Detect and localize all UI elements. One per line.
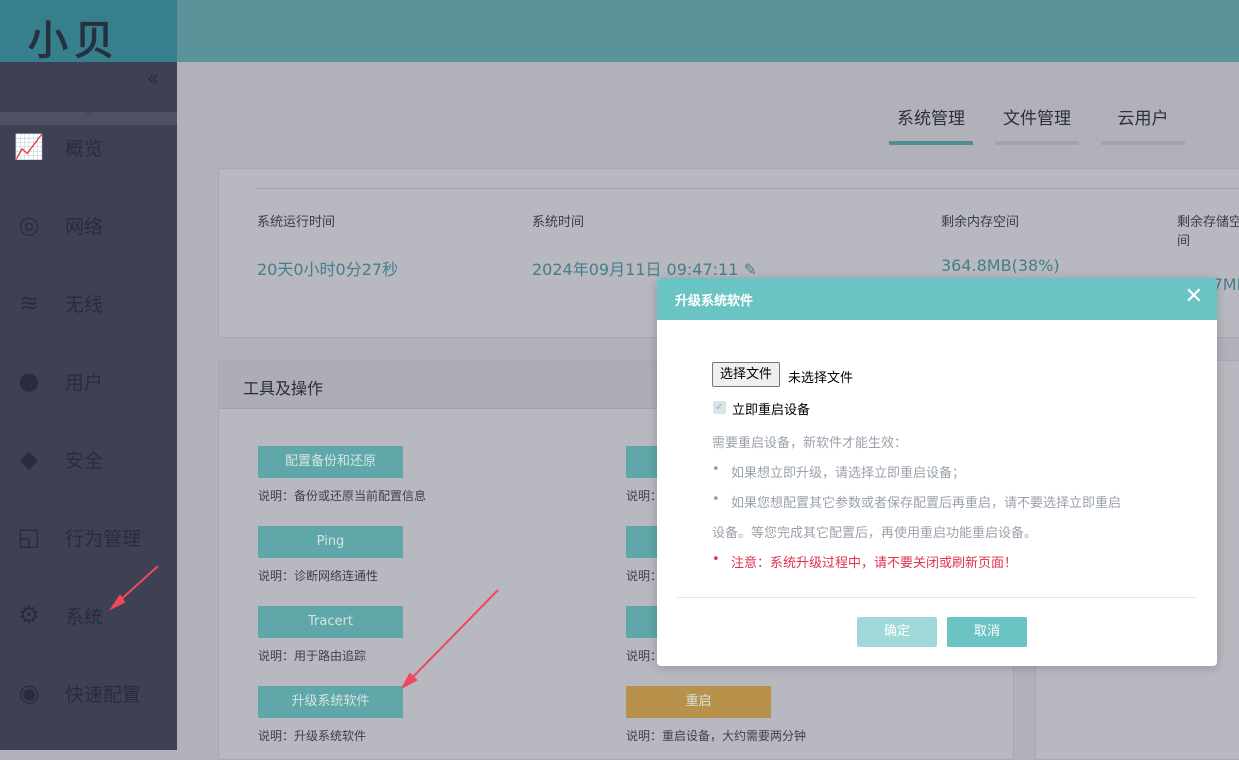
- stat-label: 系统时间: [532, 215, 585, 230]
- stat-label: 剩余存储空间: [1177, 215, 1239, 249]
- file-status: 未选择文件: [788, 371, 854, 386]
- tool-button[interactable]: 升级系统软件: [258, 686, 403, 718]
- note-text: 需要重启设备，新软件才能生效：: [712, 436, 908, 451]
- tool-button[interactable]: Ping: [258, 526, 403, 558]
- sidebar-item-3[interactable]: ● 用户: [0, 361, 177, 401]
- sidebar-item-label: 无线: [65, 293, 104, 316]
- stat-value: 364.8MB(38%): [941, 256, 1060, 275]
- quick-config-icon: ◉: [18, 679, 40, 707]
- sidebar-item-label: 网络: [65, 215, 104, 238]
- warning-text: 注意：系统升级过程中，请不要关闭或刷新页面！: [731, 556, 1018, 571]
- close-icon[interactable]: ✕: [1185, 284, 1203, 309]
- cancel-button[interactable]: 取消: [947, 617, 1027, 647]
- tab-cloud-users[interactable]: 云用户: [1101, 104, 1185, 145]
- upgrade-dialog: 升级系统软件 ✕ 选择文件 未选择文件 ✓ 立即重启设备 需要重启设备，新软件才…: [657, 278, 1217, 666]
- tool-desc: 说明：用于路由追踪: [258, 649, 367, 663]
- uptime-stat: 系统运行时间 20天0小时0分27秒: [257, 211, 398, 280]
- top-bar: [177, 0, 1239, 62]
- chart-icon: 📈: [14, 133, 44, 161]
- confirm-button[interactable]: 确定: [857, 617, 937, 647]
- tool-desc: 说明：诊断网络连通性: [258, 569, 379, 583]
- shield-icon: ◆: [19, 445, 39, 473]
- wifi-icon: ≋: [18, 289, 40, 317]
- sidebar-item-label: 系统: [65, 605, 104, 628]
- tab-system-management[interactable]: 系统管理: [889, 104, 973, 145]
- tabs: 系统管理 文件管理 云用户: [889, 104, 1185, 145]
- tool-desc: 说明：重启设备，大约需要两分钟: [626, 729, 807, 743]
- bullet: •: [712, 552, 720, 567]
- tool-desc: 说明：升级系统软件: [258, 729, 367, 743]
- sidebar-item-label: 用户: [65, 371, 104, 394]
- sidebar-item-label: 快速配置: [65, 683, 142, 706]
- stat-value: 20天0小时0分27秒: [257, 260, 399, 279]
- tool-desc: 说明：备份或还原当前配置信息: [258, 489, 427, 503]
- note-bullet-2-cont: 设备。等您完成其它配置后，再使用重启功能重启设备。: [712, 526, 1038, 541]
- bullet: •: [712, 492, 720, 507]
- system-time-stat: 系统时间 2024年09月11日 09:47:11 ✎: [532, 211, 757, 280]
- globe-icon: ◎: [18, 211, 40, 239]
- behavior-icon: ◱: [17, 523, 41, 551]
- tool-button[interactable]: 配置备份和还原: [258, 446, 403, 478]
- sidebar-item-5[interactable]: ◱ 行为管理: [0, 517, 177, 557]
- sidebar-item-6[interactable]: ⚙ 系统: [0, 595, 177, 635]
- bullet: •: [712, 462, 720, 477]
- tool-button[interactable]: Tracert: [258, 606, 403, 638]
- choose-file-button[interactable]: 选择文件: [712, 362, 781, 387]
- memory-stat: 剩余内存空间 364.8MB(38%): [941, 211, 1060, 275]
- scroll-up-button[interactable]: ^: [0, 112, 177, 125]
- sidebar: « ^ 📈 概览 ◎ 网络 ≋ 无线 ● 用户 ◆ 安全 ◱ 行为管理 ⚙ 系统 ◉ 快速配置: [0, 62, 177, 750]
- dialog-title: 升级系统软件: [657, 278, 1217, 320]
- note-bullet-1: 如果想立即升级，请选择立即重启设备；: [731, 466, 966, 481]
- tool-button[interactable]: 重启: [626, 686, 771, 718]
- sidebar-item-0[interactable]: 📈 概览: [0, 127, 177, 167]
- logo: 小贝: [0, 0, 177, 64]
- reboot-checkbox[interactable]: ✓: [713, 401, 726, 414]
- sidebar-item-label: 概览: [65, 137, 104, 160]
- reboot-label[interactable]: 立即重启设备: [732, 399, 810, 418]
- sidebar-item-4[interactable]: ◆ 安全: [0, 439, 177, 479]
- stat-label: 系统运行时间: [257, 215, 336, 230]
- tab-file-management[interactable]: 文件管理: [995, 104, 1079, 145]
- sidebar-item-label: 安全: [65, 449, 104, 472]
- note-bullet-2: 如果您想配置其它参数或者保存配置后再重启，请不要选择立即重启: [731, 496, 1122, 511]
- stat-value[interactable]: 2024年09月11日 09:47:11 ✎: [532, 256, 757, 280]
- stat-label: 剩余内存空间: [941, 215, 1020, 230]
- sidebar-item-7[interactable]: ◉ 快速配置: [0, 673, 177, 713]
- user-icon: ●: [18, 367, 40, 395]
- gear-icon: ⚙: [18, 601, 40, 629]
- collapse-sidebar-button[interactable]: «: [147, 66, 159, 90]
- sidebar-item-2[interactable]: ≋ 无线: [0, 283, 177, 323]
- sidebar-item-label: 行为管理: [65, 527, 142, 550]
- sidebar-item-1[interactable]: ◎ 网络: [0, 205, 177, 245]
